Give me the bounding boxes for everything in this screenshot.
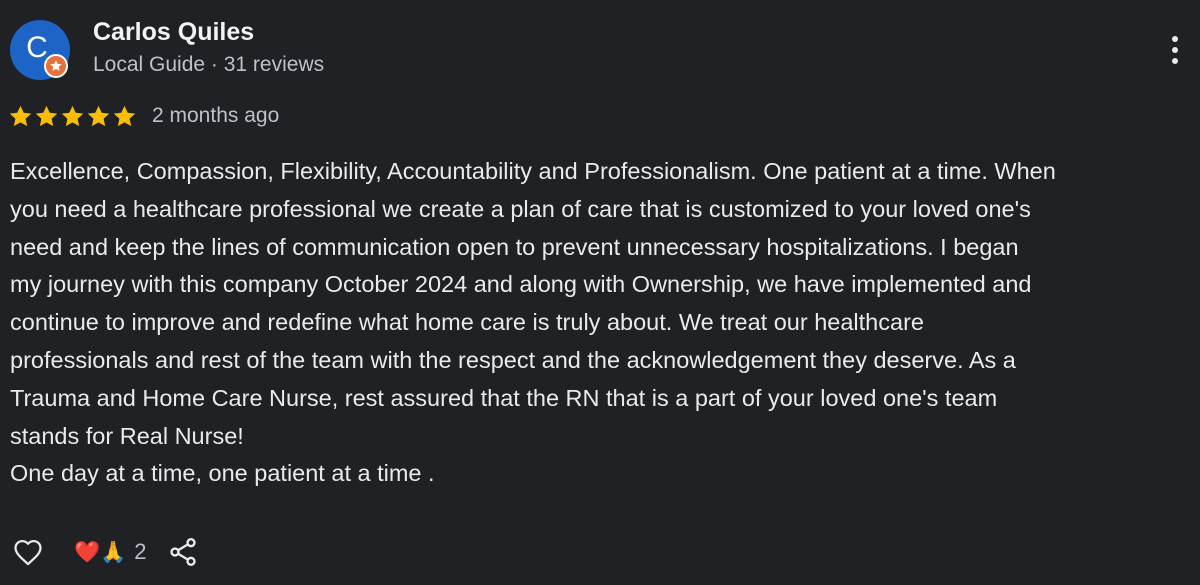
rating-row: 2 months ago [8, 101, 279, 131]
review-date: 2 months ago [152, 104, 280, 127]
review-line: Trauma and Home Care Nurse, rest assured… [10, 384, 998, 411]
review-line: professionals and rest of the team with … [10, 346, 1016, 373]
star-icon [87, 105, 110, 126]
star-icon [113, 105, 136, 126]
more-vertical-icon[interactable] [1160, 30, 1190, 70]
review-line: need and keep the lines of communication… [10, 233, 1019, 260]
review-line: One day at a time, one patient at a time… [10, 460, 435, 487]
heart-outline-icon[interactable] [10, 532, 50, 572]
review-card: C Carlos Quiles Local Guide · 31 reviews… [0, 0, 1200, 585]
share-icon[interactable] [167, 532, 203, 572]
star-icon [61, 105, 84, 126]
review-line: you need a healthcare professional we cr… [10, 195, 1031, 222]
local-guide-star-icon [44, 54, 68, 78]
review-line: stands for Real Nurse! [10, 422, 244, 449]
author-meta: Local Guide · 31 reviews [93, 53, 325, 76]
review-text: Excellence, Compassion, Flexibility, Acc… [10, 153, 1200, 493]
review-line: Excellence, Compassion, Flexibility, Acc… [10, 158, 1056, 184]
review-actions: ❤️🙏 2 [10, 532, 203, 572]
star-rating [8, 104, 137, 129]
reaction-count: 2 [134, 539, 147, 564]
review-line: my journey with this company October 202… [10, 271, 1032, 298]
star-icon [9, 105, 32, 126]
star-icon [35, 105, 58, 126]
review-line: continue to improve and redefine what ho… [10, 309, 924, 336]
reaction-emojis: ❤️🙏 [74, 539, 127, 564]
reactions-summary[interactable]: ❤️🙏 2 [74, 539, 147, 565]
author-name[interactable]: Carlos Quiles [93, 18, 254, 47]
